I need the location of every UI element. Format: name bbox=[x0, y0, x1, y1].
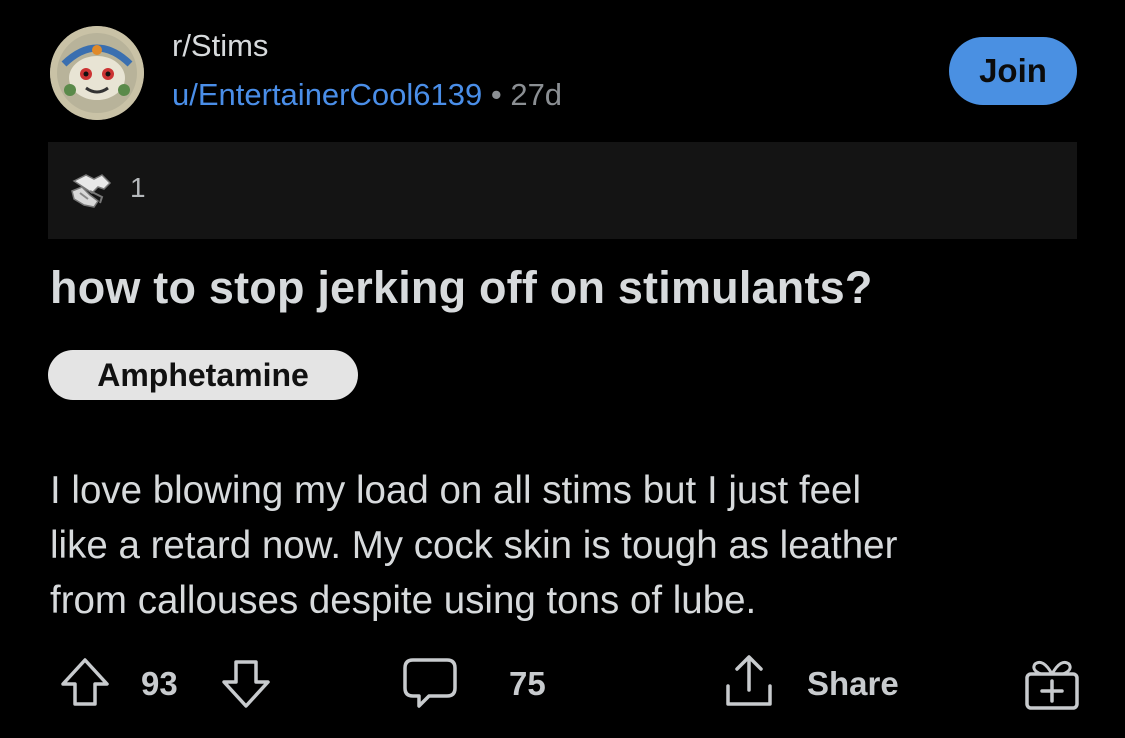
award-handshake-icon bbox=[71, 174, 112, 208]
comment-count[interactable]: 75 bbox=[509, 665, 546, 703]
comment-bubble-icon[interactable] bbox=[399, 654, 461, 712]
post-body: I love blowing my load on all stims but … bbox=[50, 463, 1090, 628]
post-flair[interactable]: Amphetamine bbox=[48, 350, 358, 400]
subreddit-avatar[interactable] bbox=[50, 26, 144, 120]
awards-bar[interactable]: 1 bbox=[48, 142, 1077, 239]
join-button[interactable]: Join bbox=[949, 37, 1077, 105]
meta-separator: • bbox=[490, 77, 502, 112]
post-age: 27d bbox=[510, 77, 563, 112]
share-icon[interactable] bbox=[720, 652, 778, 712]
upvote-count: 93 bbox=[141, 665, 178, 702]
avatar-image bbox=[50, 26, 144, 120]
post-meta: u/EntertainerCool6139 • 27d bbox=[172, 77, 562, 113]
author-link[interactable]: u/EntertainerCool6139 bbox=[172, 77, 482, 112]
award-count: 1 bbox=[130, 172, 146, 203]
body-line: from callouses despite using tons of lub… bbox=[50, 579, 757, 622]
post-action-bar: 93 75 Share bbox=[0, 640, 1125, 730]
share-label[interactable]: Share bbox=[807, 665, 899, 703]
body-line: I love blowing my load on all stims but … bbox=[50, 469, 862, 512]
upvote-arrow-icon[interactable] bbox=[57, 654, 113, 710]
body-line: like a retard now. My cock skin is tough… bbox=[50, 524, 898, 567]
post-title[interactable]: how to stop jerking off on stimulants? bbox=[50, 262, 873, 314]
subreddit-name[interactable]: r/Stims bbox=[172, 28, 268, 64]
downvote-arrow-icon[interactable] bbox=[218, 656, 274, 712]
gift-award-icon[interactable] bbox=[1021, 652, 1083, 714]
